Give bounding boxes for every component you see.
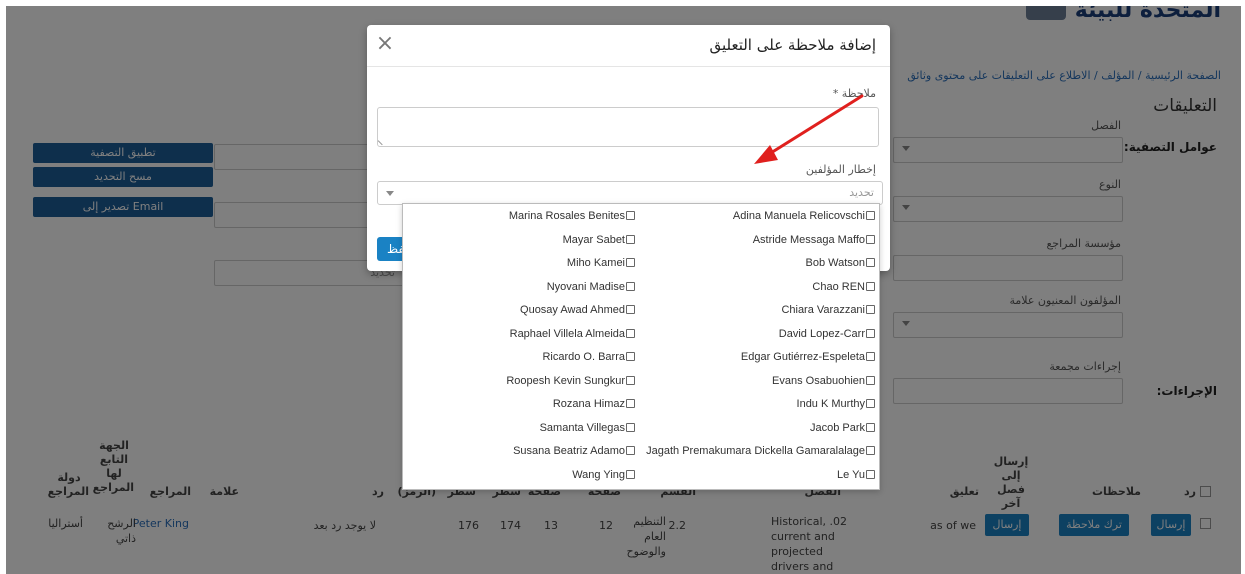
close-icon[interactable]: × (375, 31, 395, 57)
checkbox-icon[interactable] (626, 469, 635, 479)
author-option-label: Le Yu (837, 468, 865, 481)
author-option-label: David Lopez-Carr (778, 327, 865, 340)
author-option[interactable]: Wang Ying (572, 464, 635, 486)
author-option-label: Chiara Varazzani (781, 304, 865, 316)
author-option-label: Jagath Premakumara Dickella Gamaralalage (646, 445, 865, 457)
checkbox-icon[interactable] (626, 281, 635, 291)
author-option-label: Mayar Sabet (562, 233, 625, 246)
author-option-label: Edgar Gutiérrez-Espeleta (740, 351, 865, 363)
author-option-label: Evans Osabuohien (772, 374, 865, 387)
checkbox-icon[interactable] (866, 211, 875, 220)
checkbox-icon[interactable] (866, 305, 875, 314)
author-option-label: Susana Beatriz Adamo (513, 445, 625, 457)
author-option[interactable]: Indu K Murthy (797, 393, 875, 415)
checkbox-icon[interactable] (626, 211, 635, 220)
author-option[interactable]: David Lopez-Carr (779, 323, 875, 345)
notify-authors-placeholder: تحديد (849, 186, 874, 199)
checkbox-icon[interactable] (626, 258, 635, 267)
author-option-label: Astride Messaga Maffo (752, 233, 865, 246)
author-option[interactable]: Jagath Premakumara Dickella Gamaralalage (646, 440, 875, 462)
author-option-label: Samanta Villegas (539, 421, 625, 434)
author-option-label: Adina Manuela Relicovschi (732, 210, 865, 222)
author-option[interactable]: Le Yu (837, 464, 875, 486)
author-option[interactable]: Chao REN (812, 276, 875, 298)
author-option-label: Ricardo O. Barra (542, 351, 625, 363)
chevron-down-icon (386, 191, 394, 196)
author-option[interactable]: Samanta Villegas (540, 417, 635, 439)
checkbox-icon[interactable] (626, 446, 635, 455)
checkbox-icon[interactable] (626, 305, 635, 314)
author-option-label: Indu K Murthy (796, 398, 865, 410)
author-option[interactable]: Susana Beatriz Adamo (513, 440, 635, 462)
author-option[interactable]: Ricardo O. Barra (542, 346, 635, 368)
checkbox-icon[interactable] (866, 422, 875, 432)
author-option[interactable]: Adina Manuela Relicovschi (733, 205, 875, 227)
author-option-label: Bob Watson (805, 257, 865, 269)
author-option-label: Roopesh Kevin Sungkur (506, 374, 625, 387)
author-option-label: Wang Ying (572, 468, 625, 481)
author-option-label: Marina Rosales Benites (508, 210, 625, 222)
author-option-label: Chao REN (812, 280, 865, 293)
author-option[interactable]: Marina Rosales Benites (509, 205, 635, 227)
annotation-arrow-icon (754, 94, 864, 164)
checkbox-icon[interactable] (866, 375, 875, 385)
author-option-label: Nyovani Madise (546, 280, 625, 293)
author-option[interactable]: Raphael Villela Almeida (510, 323, 635, 345)
author-option[interactable]: Quosay Awad Ahmed (520, 299, 635, 321)
checkbox-icon[interactable] (866, 469, 875, 479)
author-option[interactable]: Miho Kamei (567, 252, 635, 274)
author-option-label: Raphael Villela Almeida (509, 327, 625, 340)
checkbox-icon[interactable] (626, 399, 635, 408)
checkbox-icon[interactable] (626, 234, 635, 244)
author-option-label: Quosay Awad Ahmed (520, 304, 625, 316)
author-option[interactable]: Roopesh Kevin Sungkur (506, 370, 635, 392)
modal-title: إضافة ملاحظة على التعليق (709, 36, 876, 54)
author-option[interactable]: Rozana Himaz (553, 393, 635, 415)
author-option[interactable]: Jacob Park (810, 417, 875, 439)
authors-dropdown-list: Adina Manuela Relicovschi Astride Messaga… (402, 203, 880, 490)
author-option[interactable]: Evans Osabuohien (772, 370, 875, 392)
checkbox-icon[interactable] (866, 281, 875, 291)
checkbox-icon[interactable] (626, 375, 635, 385)
checkbox-icon[interactable] (626, 328, 635, 338)
author-option-label: Jacob Park (809, 421, 865, 434)
checkbox-icon[interactable] (626, 352, 635, 361)
notify-authors-select[interactable]: تحديد (377, 181, 883, 205)
checkbox-icon[interactable] (866, 446, 875, 455)
checkbox-icon[interactable] (866, 328, 875, 338)
checkbox-icon[interactable] (866, 399, 875, 408)
save-button[interactable]: حفظ (377, 237, 405, 261)
author-option[interactable]: Bob Watson (805, 252, 875, 274)
author-option[interactable]: Chiara Varazzani (781, 299, 875, 321)
checkbox-icon[interactable] (866, 234, 875, 244)
author-option[interactable]: Astride Messaga Maffo (753, 229, 875, 251)
checkbox-icon[interactable] (866, 258, 875, 267)
author-option[interactable]: Nyovani Madise (547, 276, 635, 298)
author-option[interactable]: Edgar Gutiérrez-Espeleta (741, 346, 875, 368)
author-option[interactable]: Mayar Sabet (563, 229, 635, 251)
author-option-label: Rozana Himaz (552, 398, 625, 410)
checkbox-icon[interactable] (626, 422, 635, 432)
modal-header: إضافة ملاحظة على التعليق × (367, 25, 890, 67)
author-option-label: Miho Kamei (566, 257, 625, 269)
checkbox-icon[interactable] (866, 352, 875, 361)
